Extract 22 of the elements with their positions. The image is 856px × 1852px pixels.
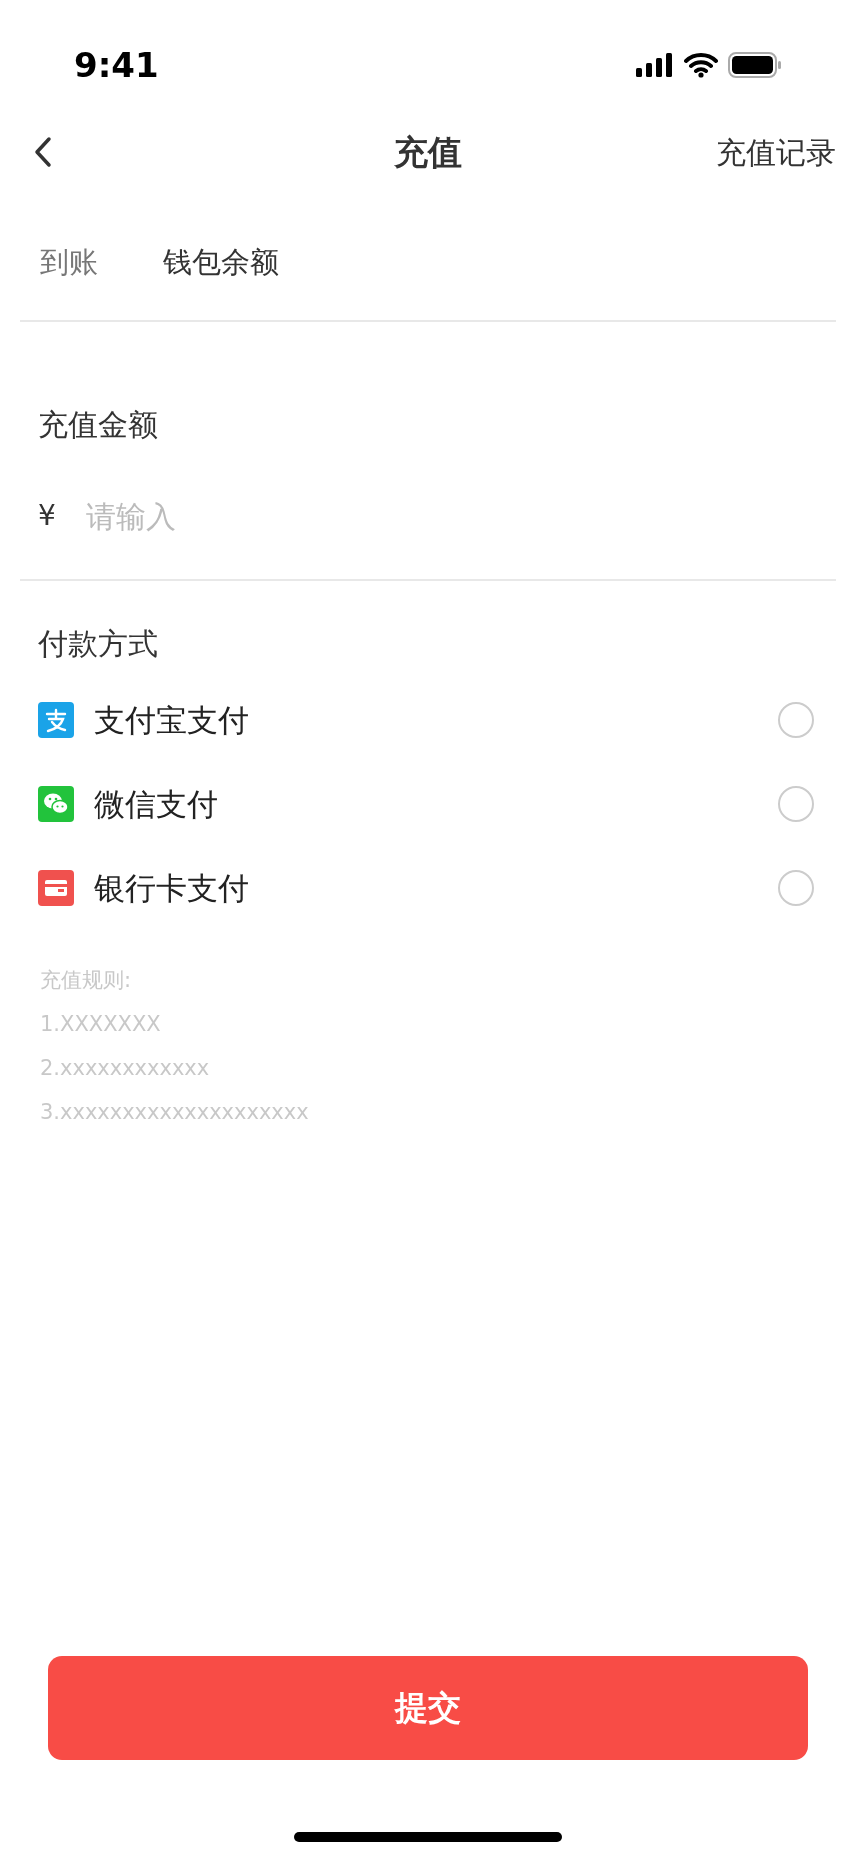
payment-method-label: 微信支付 bbox=[94, 784, 219, 824]
radio-button[interactable] bbox=[778, 702, 814, 738]
wifi-icon bbox=[684, 52, 718, 78]
battery-icon bbox=[728, 52, 782, 78]
arrival-value: 钱包余额 bbox=[163, 244, 279, 282]
arrival-label: 到账 bbox=[40, 244, 99, 282]
payment-method-label: 支付宝支付 bbox=[94, 700, 250, 740]
status-time: 9:41 bbox=[74, 43, 159, 87]
radio-button[interactable] bbox=[778, 786, 814, 822]
chat-bubbles-icon bbox=[38, 786, 74, 822]
squiggle-logo-icon bbox=[38, 702, 74, 738]
signal-icon bbox=[636, 53, 674, 77]
radio-button[interactable] bbox=[778, 870, 814, 906]
payment-method-label: 银行卡支付 bbox=[94, 868, 250, 908]
currency-sign: ¥ bbox=[38, 498, 57, 534]
amount-label: 充值金额 bbox=[38, 407, 158, 442]
payment-label: 付款方式 bbox=[38, 626, 158, 661]
page-title: 充值 bbox=[394, 130, 462, 174]
history-link[interactable]: 充值记录 bbox=[716, 129, 836, 175]
back-icon bbox=[32, 136, 54, 168]
card-icon bbox=[38, 870, 74, 906]
amount-input[interactable]: 请输入 bbox=[86, 493, 836, 539]
